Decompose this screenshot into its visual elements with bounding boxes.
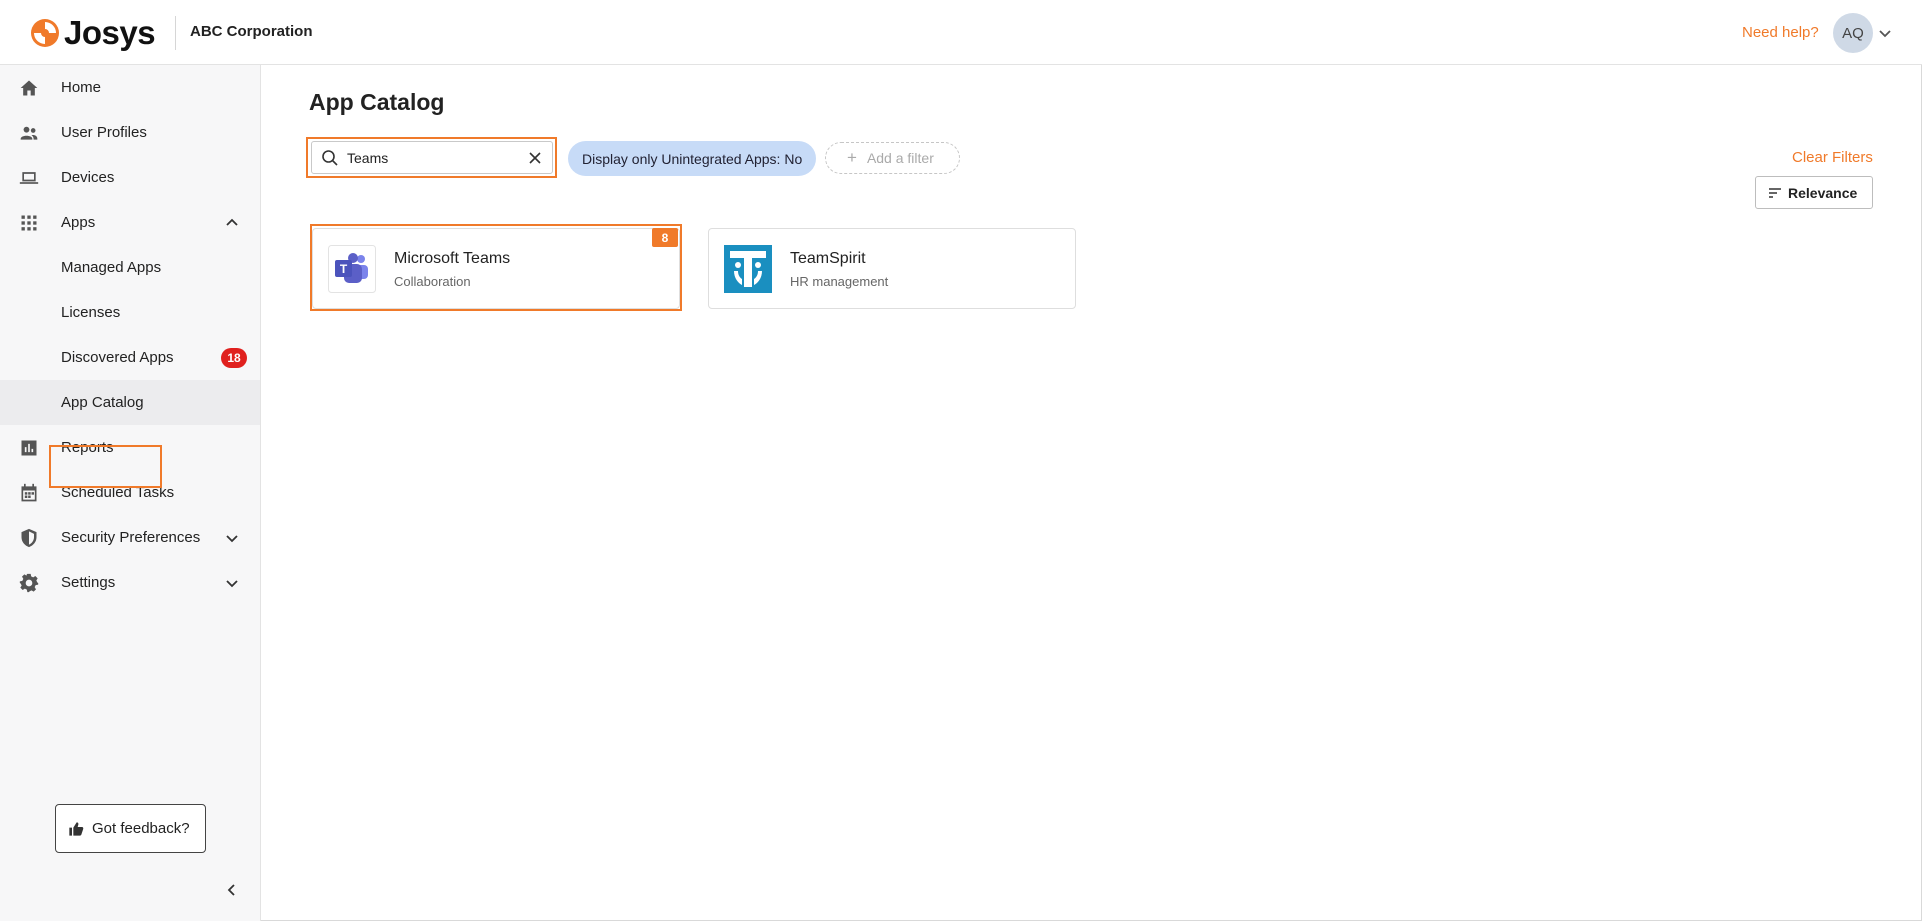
- sidebar-item-user-profiles[interactable]: User Profiles: [0, 110, 260, 155]
- count-badge: 18: [221, 347, 247, 368]
- feedback-label: Got feedback?: [92, 820, 190, 837]
- calendar-icon: [18, 482, 40, 504]
- plus-icon: +: [847, 148, 857, 167]
- filter-chip-unintegrated[interactable]: Display only Unintegrated Apps: No: [568, 141, 817, 176]
- sidebar-item-label: Settings: [61, 574, 116, 591]
- laptop-icon: [18, 167, 40, 189]
- collapse-sidebar-icon[interactable]: [225, 883, 239, 897]
- page-title: App Catalog: [309, 89, 445, 115]
- reports-icon: [18, 437, 40, 459]
- sidebar-item-label: Devices: [61, 169, 115, 186]
- clear-filters-link[interactable]: Clear Filters: [1792, 149, 1873, 166]
- chevron-down-icon[interactable]: [224, 575, 240, 591]
- app-card-teamspirit[interactable]: TeamSpirit HR management: [708, 228, 1076, 309]
- app-name: TeamSpirit: [790, 250, 866, 267]
- sidebar: Home User Profiles Devices Apps Managed …: [0, 65, 261, 921]
- sidebar-item-label: Discovered Apps: [61, 349, 174, 366]
- sidebar-item-label: Licenses: [61, 304, 121, 321]
- card-count-badge: 8: [652, 228, 678, 247]
- highlight-outline: [49, 445, 162, 488]
- app-category: HR management: [790, 274, 889, 289]
- gear-icon: [18, 572, 40, 594]
- app-window: [0, 0, 1922, 921]
- josys-logo-icon: [31, 19, 59, 47]
- sidebar-item-security-preferences[interactable]: Security Preferences: [0, 515, 260, 560]
- sort-label: Relevance: [1788, 184, 1858, 201]
- teamspirit-logo-icon: [724, 245, 772, 293]
- brand-name: Josys: [64, 14, 156, 51]
- sidebar-item-devices[interactable]: Devices: [0, 155, 260, 200]
- sidebar-item-app-catalog[interactable]: App Catalog: [0, 380, 260, 425]
- sidebar-item-label: App Catalog: [61, 394, 144, 411]
- need-help-link[interactable]: Need help?: [1742, 24, 1819, 41]
- sort-icon: [1769, 187, 1781, 198]
- search-icon: [322, 149, 338, 166]
- thumbs-up-icon: [69, 821, 84, 836]
- brand-logo[interactable]: Josys: [30, 14, 156, 52]
- sidebar-item-home[interactable]: Home: [0, 65, 260, 110]
- shield-icon: [18, 527, 40, 549]
- sidebar-item-label: Managed Apps: [61, 259, 162, 276]
- chevron-up-icon[interactable]: [224, 215, 240, 231]
- add-filter-label: Add a filter: [866, 150, 934, 166]
- sidebar-item-label: Home: [61, 79, 102, 96]
- sidebar-item-licenses[interactable]: Licenses: [0, 290, 260, 335]
- sidebar-item-managed-apps[interactable]: Managed Apps: [0, 245, 260, 290]
- top-header: Josys ABC Corporation Need help? AQ: [0, 0, 1922, 65]
- sidebar-item-discovered-apps[interactable]: Discovered Apps 18: [0, 335, 260, 380]
- users-icon: [18, 122, 40, 144]
- sidebar-item-settings[interactable]: Settings: [0, 560, 260, 605]
- chevron-down-icon[interactable]: [224, 530, 240, 546]
- sort-button[interactable]: Relevance: [1755, 176, 1873, 209]
- sidebar-item-label: Apps: [61, 214, 96, 231]
- search-field[interactable]: [311, 141, 553, 174]
- sidebar-item-label: User Profiles: [61, 124, 147, 141]
- sidebar-item-label: Security Preferences: [61, 529, 201, 546]
- highlight-outline: [310, 224, 682, 311]
- home-icon: [18, 77, 40, 99]
- feedback-button[interactable]: Got feedback?: [55, 804, 206, 853]
- chevron-down-icon[interactable]: [1878, 26, 1892, 40]
- apps-grid-icon: [18, 212, 40, 234]
- add-filter-button[interactable]: + Add a filter: [825, 142, 960, 174]
- user-avatar[interactable]: AQ: [1833, 13, 1873, 53]
- header-divider: [175, 16, 176, 50]
- sidebar-item-apps[interactable]: Apps: [0, 200, 260, 245]
- clear-search-icon[interactable]: [528, 151, 542, 165]
- organization-name: ABC Corporation: [190, 23, 313, 40]
- search-input[interactable]: [347, 149, 517, 166]
